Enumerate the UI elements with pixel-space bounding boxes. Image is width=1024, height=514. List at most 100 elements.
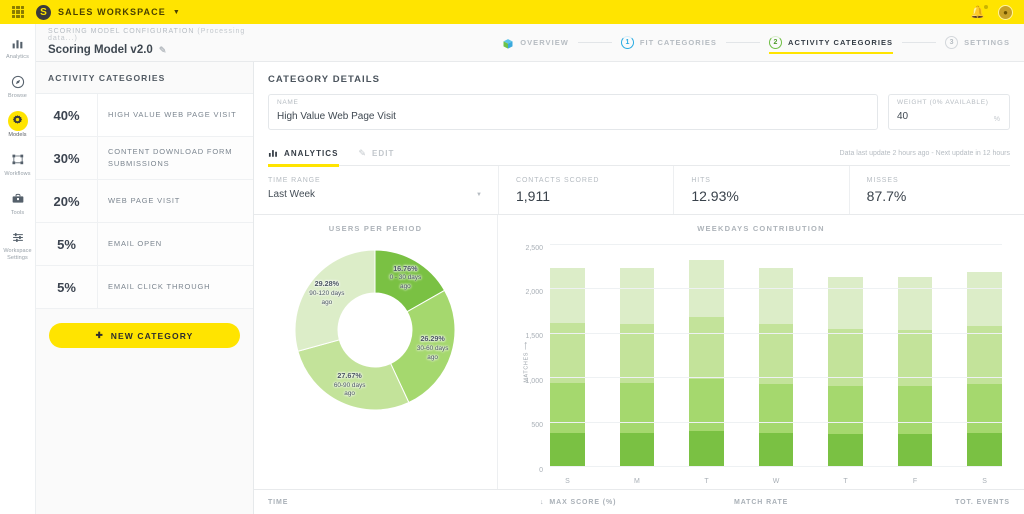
pencil-icon: ✎ (358, 147, 367, 158)
weekdays-contribution-chart: WEEKDAYS CONTRIBUTION MATCHES ⟶ 0 500 1,00… (498, 215, 1024, 489)
bar-segment (967, 272, 1002, 327)
kpi-label: MISSES (866, 177, 899, 184)
column-header-max-score[interactable]: ↓ MAX SCORE (%) (498, 499, 710, 506)
notification-dot (984, 5, 988, 9)
activity-categories-panel: ACTIVITY CATEGORIES 40% HIGH VALUE WEB P… (36, 62, 254, 514)
step-fit-categories[interactable]: 1 FIT CATEGORIES (620, 36, 717, 49)
gridline: 2,500 (525, 244, 1002, 251)
list-item[interactable]: 40% HIGH VALUE WEB PAGE VISIT (36, 93, 253, 137)
time-range-label: TIME RANGE (268, 177, 321, 184)
category-name: EMAIL OPEN (108, 239, 163, 249)
avatar[interactable]: ● (998, 4, 1013, 20)
notification-bell-icon[interactable]: 🔔 (970, 5, 988, 18)
kpi-value: 1,911 (516, 188, 550, 204)
kpi-label: CONTACTS SCORED (516, 177, 600, 184)
bar-segment (758, 267, 794, 325)
bar-column[interactable] (897, 245, 933, 467)
sidebar-item-workspace-settings[interactable]: Workspace Settings (0, 227, 36, 262)
category-name: WEB PAGE VISIT (108, 196, 181, 206)
list-item[interactable]: 5% EMAIL CLICK THROUGH (36, 265, 253, 309)
y-axis-tick: 500 (531, 421, 543, 429)
tab-analytics[interactable]: ANALYTICS (268, 141, 339, 167)
breadcrumb-label: SCORING MODEL CONFIGURATION (48, 28, 195, 35)
bar-column[interactable] (619, 245, 655, 467)
model-header: SCORING MODEL CONFIGURATION (Processing … (36, 24, 254, 61)
gridline: 2,000 (525, 288, 1002, 296)
bar-chart-icon (8, 33, 28, 53)
weight-field[interactable]: WEIGHT (0% AVAILABLE) % (888, 94, 1010, 130)
list-item[interactable]: 20% WEB PAGE VISIT (36, 179, 253, 223)
column-header-total-events[interactable]: TOT. EVENTS (904, 499, 1024, 506)
donut-slice-label: 27.67% 60-90 days ago (333, 370, 366, 398)
name-input[interactable] (277, 111, 869, 122)
column-header-match-rate[interactable]: MATCH RATE (710, 499, 904, 506)
step-connector (902, 42, 937, 43)
bar-segment (758, 384, 794, 434)
sidebar-item-browse[interactable]: Browse (0, 72, 36, 100)
workspace-badge-icon: S (36, 4, 51, 20)
sidebar-item-workflows[interactable]: Workflows (0, 150, 36, 178)
gridline: 1,500 (525, 332, 1002, 340)
category-name: CONTENT DOWNLOAD FORM SUBMISSIONS (108, 147, 233, 168)
app-root: S SALES WORKSPACE ▼ 🔔 ● Analytics Browse (0, 0, 1024, 514)
name-field-label: NAME (277, 99, 299, 106)
bar-column[interactable] (689, 245, 724, 467)
name-field[interactable]: NAME (268, 94, 878, 130)
percent-suffix: % (993, 116, 1000, 123)
donut-slice-label: 29.28% 90-120 days ago (309, 279, 345, 306)
step-overview[interactable]: OVERVIEW (502, 37, 569, 49)
sidebar-item-label: Workflows (4, 170, 31, 177)
x-axis-tick: W (772, 478, 780, 485)
step-settings[interactable]: 3 SETTINGS (945, 36, 1010, 49)
list-item[interactable]: 5% EMAIL OPEN (36, 222, 253, 266)
time-range-select[interactable]: TIME RANGE Last Week ▼ (254, 166, 498, 214)
bar-column[interactable] (550, 245, 585, 467)
sidebar-item-label: Tools (10, 209, 25, 216)
y-axis-title: MATCHES ⟶ (523, 341, 530, 383)
pencil-icon[interactable]: ✎ (159, 45, 167, 56)
column-header-time[interactable]: TIME (254, 499, 498, 506)
step-activity-categories[interactable]: 2 ACTIVITY CATEGORIES (768, 36, 894, 54)
bar-segment (967, 326, 1002, 385)
bar-segment (550, 382, 585, 434)
tab-edit[interactable]: ✎ EDIT (359, 141, 395, 166)
y-axis-tick: 2,500 (525, 244, 543, 252)
y-axis-tick: 1,000 (525, 377, 543, 385)
bar-column[interactable] (967, 245, 1002, 467)
top-bar: S SALES WORKSPACE ▼ 🔔 ● (0, 0, 1024, 24)
category-weight: 40% (36, 93, 98, 137)
list-item[interactable]: 30% CONTENT DOWNLOAD FORM SUBMISSIONS (36, 136, 253, 180)
bar-column[interactable] (828, 245, 863, 467)
kpi-contacts-scored: CONTACTS SCORED 1,911 (498, 166, 673, 214)
apps-launcher-button[interactable] (0, 5, 36, 19)
chevron-down-icon[interactable]: ▼ (476, 192, 482, 198)
bar-segment (967, 384, 1002, 434)
sidebar-item-analytics[interactable]: Analytics (0, 33, 36, 61)
sidebar-item-label: Workspace Settings (3, 248, 32, 262)
category-details-pane: CATEGORY DETAILS NAME WEIGHT (0% AVAILAB… (254, 62, 1024, 514)
active-step-underline (768, 51, 894, 54)
weight-input[interactable] (897, 111, 1001, 122)
tab-label: EDIT (372, 148, 395, 158)
bar-column[interactable] (758, 245, 794, 467)
bar-segment (689, 431, 724, 467)
sidebar-item-tools[interactable]: Tools (0, 189, 36, 217)
workflow-nodes-icon (8, 150, 28, 170)
top-bar-actions: 🔔 ● (970, 4, 1024, 20)
new-category-button[interactable]: ✚ NEW CATEGORY (49, 323, 240, 348)
bar-segment (828, 277, 863, 329)
x-axis-tick: T (843, 478, 848, 485)
workspace-chevron-down-icon[interactable]: ▼ (173, 9, 180, 16)
bars-row (550, 245, 1002, 467)
wizard-steps: OVERVIEW 1 FIT CATEGORIES 2 ACTIVITY CAT… (254, 24, 1024, 61)
new-category-wrap: ✚ NEW CATEGORY (36, 309, 253, 348)
bars-plot-area: 0 500 1,000 1,500 2,000 2,500 (525, 244, 1002, 473)
category-weight: 30% (36, 136, 98, 180)
kpi-value: 12.93% (691, 188, 739, 204)
bar-segment (689, 316, 724, 380)
bar-segment (619, 433, 655, 467)
step-label: OVERVIEW (520, 38, 569, 47)
detail-tabs: ANALYTICS ✎ EDIT Data last update 2 hour… (268, 141, 1010, 167)
sidebar-item-models[interactable]: Models (0, 110, 36, 139)
panel-title: ACTIVITY CATEGORIES (48, 72, 166, 83)
